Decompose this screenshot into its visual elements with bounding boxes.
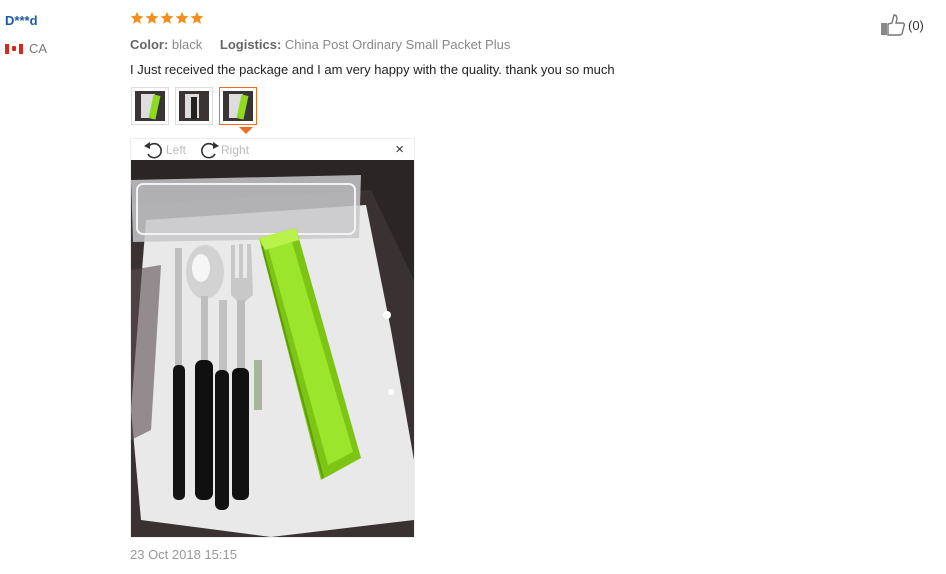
image-viewer: Left Right × <box>130 138 415 538</box>
reviewer-name[interactable]: D***d <box>5 13 38 28</box>
review-photo <box>131 160 414 537</box>
star-icon <box>160 11 174 24</box>
cutlery-set-photo <box>131 160 414 537</box>
review-thumbnail[interactable] <box>131 87 169 125</box>
helpful-count: (0) <box>908 17 924 33</box>
close-viewer-button[interactable]: × <box>395 142 404 157</box>
star-rating <box>130 11 204 25</box>
review-thumbnails <box>131 87 257 125</box>
rotate-left-icon <box>144 141 162 158</box>
color-value: black <box>171 37 203 52</box>
star-icon <box>175 11 189 24</box>
rotate-right-label: Right <box>221 142 250 157</box>
rotate-right-icon <box>201 141 220 158</box>
rotate-right-button[interactable]: Right <box>198 141 249 159</box>
reviewer-country: CA <box>5 41 47 56</box>
star-icon <box>130 11 144 24</box>
review-thumbnail[interactable] <box>175 87 213 125</box>
review-text: I Just received the package and I am ver… <box>130 62 615 77</box>
color-label: Color: <box>130 37 169 52</box>
country-code: CA <box>29 41 48 56</box>
helpful-button[interactable]: (0) <box>880 14 924 36</box>
viewer-toolbar: Left Right × <box>131 139 414 160</box>
star-icon <box>145 11 159 24</box>
logistics-value: China Post Ordinary Small Packet Plus <box>284 37 511 52</box>
star-icon <box>190 11 204 24</box>
logistics-label: Logistics: <box>219 37 282 52</box>
review-thumbnail-active[interactable] <box>219 87 257 125</box>
active-thumbnail-pointer <box>239 127 253 134</box>
canada-flag-icon <box>5 43 23 54</box>
rotate-left-button[interactable]: Left <box>143 141 186 159</box>
order-meta: Color: black Logistics: China Post Ordin… <box>130 37 510 52</box>
rotate-left-label: Left <box>166 142 187 157</box>
thumbs-up-icon <box>881 14 906 36</box>
review-date: 23 Oct 2018 15:15 <box>130 547 237 562</box>
